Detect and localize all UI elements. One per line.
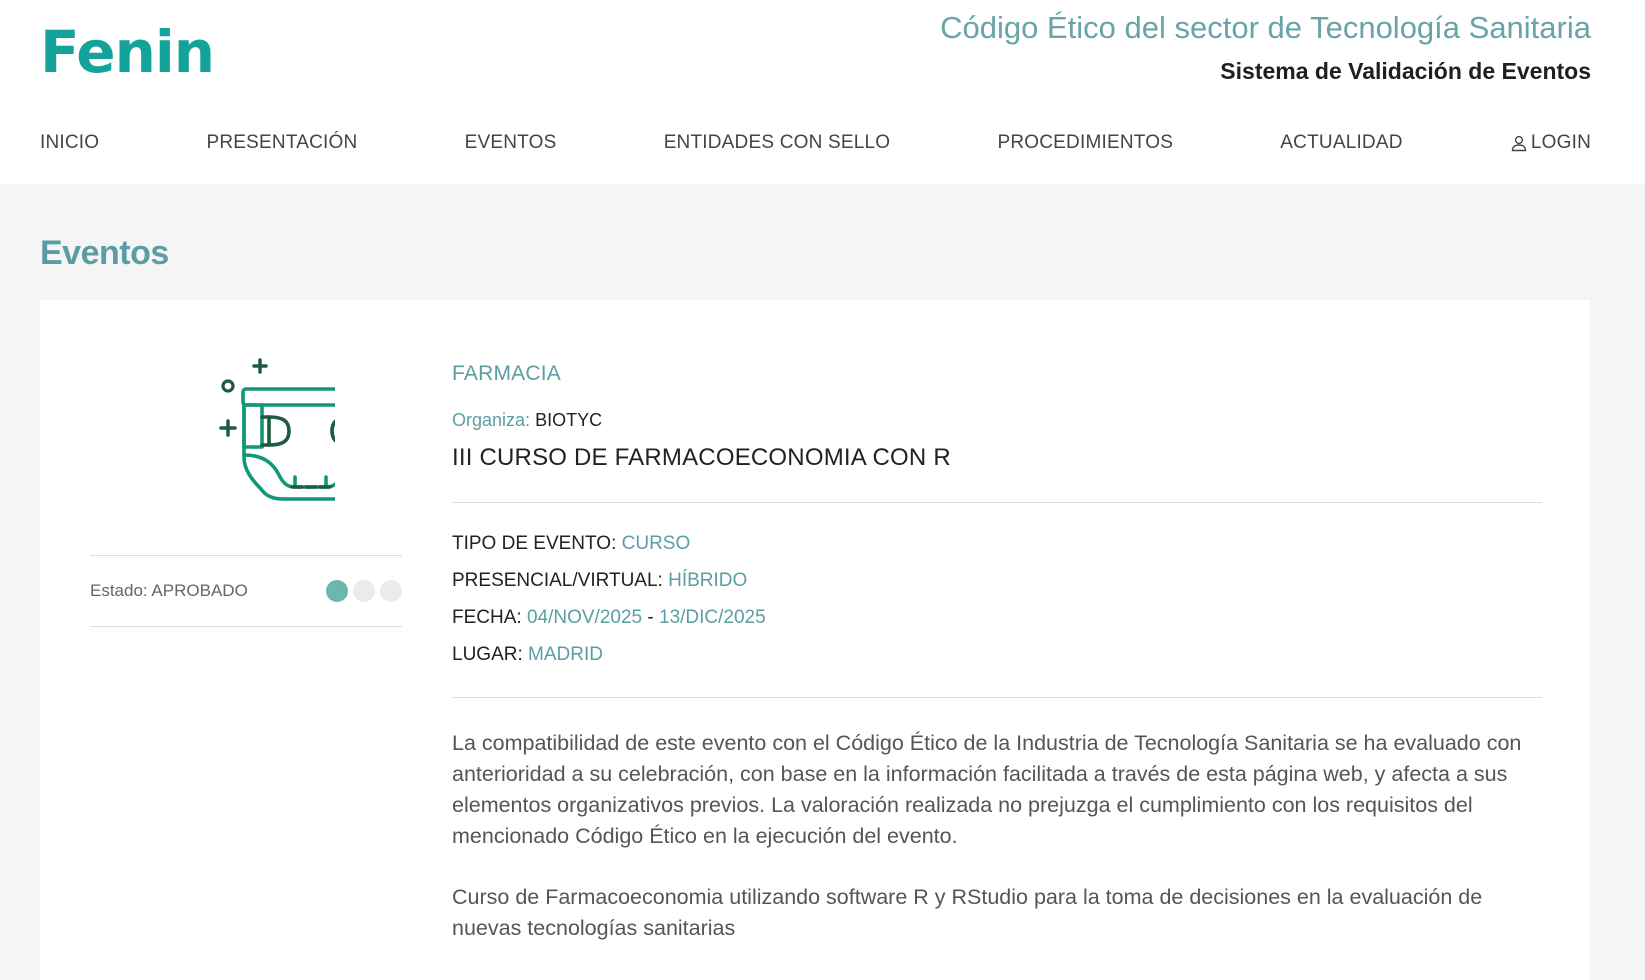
- status-dot-2: [353, 580, 375, 602]
- event-place-value: MADRID: [528, 644, 603, 665]
- event-disclaimer: La compatibilidad de este evento con el …: [452, 731, 1522, 848]
- divider: [452, 502, 1542, 503]
- event-place: LUGAR: MADRID: [452, 642, 1542, 679]
- event-date: FECHA: 04/NOV/2025 - 13/DIC/2025: [452, 605, 1542, 642]
- login-label: LOGIN: [1530, 132, 1591, 153]
- event-category: FARMACIA: [452, 362, 561, 385]
- event-mode-label: PRESENCIAL/VIRTUAL:: [452, 570, 663, 591]
- status-dot-3: [380, 580, 402, 602]
- status-progress: [326, 580, 402, 602]
- site-subtitle: Sistema de Validación de Eventos: [1220, 58, 1591, 84]
- user-icon: [1511, 135, 1527, 152]
- organizer-value: BIOTYC: [535, 410, 603, 430]
- event-place-label: LUGAR:: [452, 644, 523, 665]
- nav-item-presentacion[interactable]: PRESENTACIÓN: [206, 132, 357, 154]
- nav-item-actualidad[interactable]: ACTUALIDAD: [1280, 132, 1402, 154]
- event-description: Curso de Farmacoeconomia utilizando soft…: [452, 885, 1483, 940]
- event-meta: TIPO DE EVENTO: CURSO PRESENCIAL/VIRTUAL…: [452, 531, 1542, 679]
- event-type: TIPO DE EVENTO: CURSO: [452, 531, 1542, 568]
- organizer-label: Organiza:: [452, 410, 531, 430]
- event-details: FARMACIA Organiza: BIOTYC III CURSO DE F…: [452, 362, 1542, 944]
- event-name: III CURSO DE FARMACOECONOMIA CON R: [452, 444, 951, 471]
- nav-item-login[interactable]: LOGIN: [1510, 132, 1591, 154]
- diaper-icon: [219, 358, 335, 501]
- event-sidebar: Estado: APROBADO: [90, 355, 402, 627]
- event-date-end: 13/DIC/2025: [659, 607, 766, 628]
- event-card: Estado: APROBADO FARMACIA Organiza: BIOT…: [40, 300, 1590, 980]
- nav-item-procedimientos[interactable]: PROCEDIMIENTOS: [997, 132, 1173, 154]
- status-text: Estado: APROBADO: [90, 581, 248, 600]
- divider: [452, 697, 1542, 698]
- event-date-label: FECHA:: [452, 607, 522, 628]
- page-title: Eventos: [40, 234, 169, 272]
- site-title: Código Ético del sector de Tecnología Sa…: [940, 10, 1591, 45]
- nav-item-eventos[interactable]: EVENTOS: [465, 132, 557, 154]
- fenin-logo[interactable]: Fenin: [40, 18, 215, 86]
- status-row: Estado: APROBADO: [90, 556, 402, 626]
- event-date-start: 04/NOV/2025: [526, 607, 643, 628]
- event-mode-value: HÍBRIDO: [668, 570, 748, 591]
- status-dot-1: [326, 580, 348, 602]
- main-nav: INICIO PRESENTACIÓN EVENTOS ENTIDADES CO…: [40, 132, 1591, 154]
- event-type-value: CURSO: [621, 533, 691, 554]
- divider: [90, 626, 402, 627]
- event-organizer: Organiza: BIOTYC: [452, 410, 1542, 431]
- nav-item-inicio[interactable]: INICIO: [40, 132, 99, 154]
- nav-item-entidades-con-sello[interactable]: ENTIDADES CON SELLO: [664, 132, 891, 154]
- event-mode: PRESENCIAL/VIRTUAL: HÍBRIDO: [452, 568, 1542, 605]
- event-type-label: TIPO DE EVENTO:: [452, 533, 617, 554]
- site-header: Fenin Código Ético del sector de Tecnolo…: [0, 0, 1645, 184]
- event-date-separator: -: [647, 607, 654, 628]
